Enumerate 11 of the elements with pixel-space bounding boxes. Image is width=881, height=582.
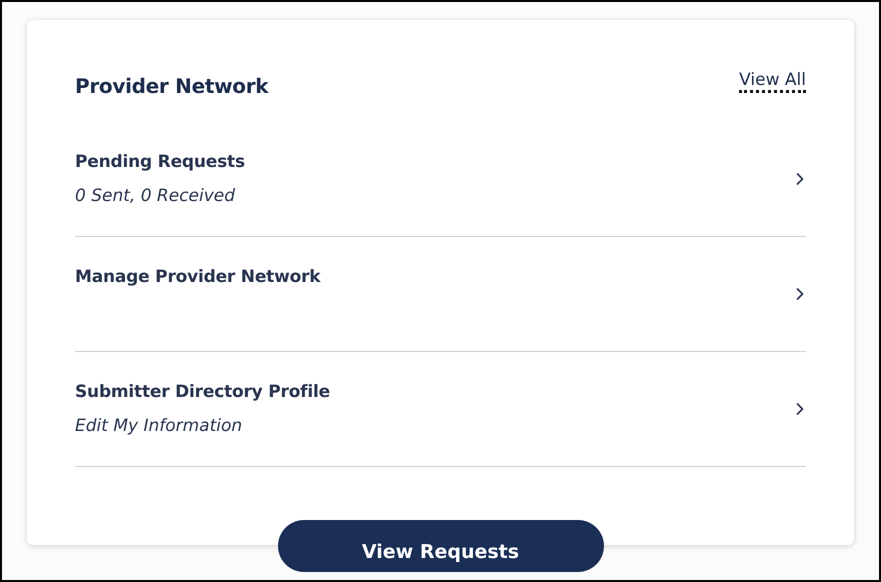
item-subtitle: 0 Sent, 0 Received [75,185,236,207]
list-item[interactable]: Pending Requests 0 Sent, 0 Received [75,122,806,237]
view-requests-button[interactable]: View Requests [278,520,604,572]
card-title: Provider Network [75,74,268,98]
item-title: Pending Requests [75,151,245,173]
item-title: Manage Provider Network [75,266,320,288]
list-item[interactable]: Manage Provider Network [75,237,806,352]
view-all-link[interactable]: View All [739,70,806,93]
item-title: Submitter Directory Profile [75,381,330,403]
list-item[interactable]: Submitter Directory Profile Edit My Information [75,352,806,467]
item-subtitle: Edit My Information [75,415,244,437]
